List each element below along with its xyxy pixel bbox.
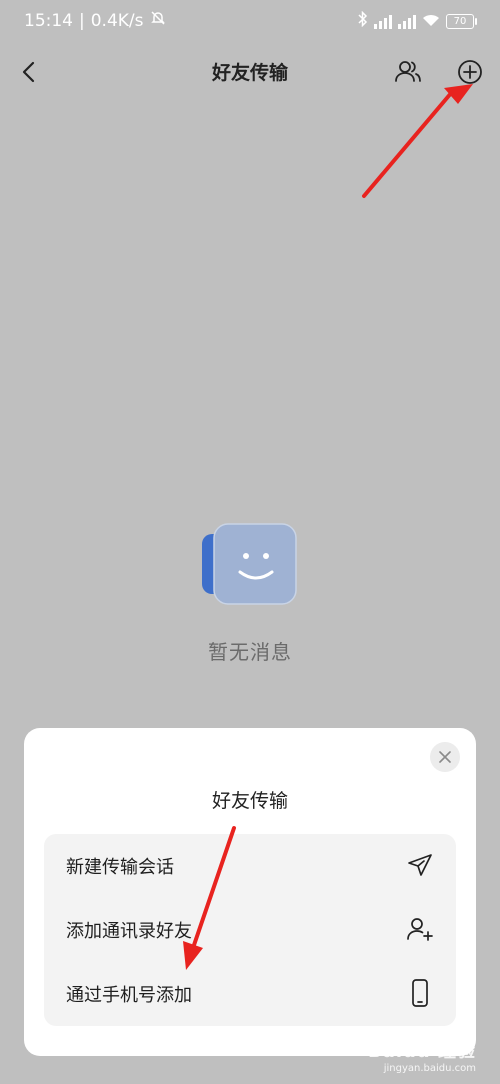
plus-circle-icon (458, 60, 482, 84)
option-list: 新建传输会话 添加通讯录好友 通过手机号添加 (44, 834, 456, 1026)
status-time: 15:14 (24, 10, 73, 31)
sheet-title: 好友传输 (211, 790, 288, 812)
bluetooth-icon (358, 10, 368, 32)
add-contact-icon (404, 913, 436, 945)
people-icon (395, 61, 421, 82)
mute-icon (150, 10, 166, 31)
watermark-brand: Baidu 经验 (367, 1041, 476, 1062)
close-icon (439, 751, 451, 763)
send-icon (404, 849, 436, 881)
status-right: 70 (358, 10, 477, 32)
option-label: 新建传输会话 (66, 857, 174, 878)
empty-message: 暂无消息 (208, 640, 292, 664)
watermark-logo: Baidu 经验 jingyan.baidu.com (368, 1037, 476, 1074)
watermark-url: jingyan.baidu.com (383, 1063, 476, 1074)
option-new-transfer-session[interactable]: 新建传输会话 (44, 834, 456, 898)
status-separator: | (79, 10, 85, 31)
annotation-arrow-top (362, 84, 473, 198)
nav-bar: 好友传输 (0, 44, 500, 100)
battery-icon: 70 (446, 14, 477, 29)
smiley-illustration-icon (202, 522, 298, 606)
status-left: 15:14 | 0.4K/s (24, 10, 166, 31)
option-add-by-phone[interactable]: 通过手机号添加 (44, 962, 456, 1026)
page-title: 好友传输 (211, 62, 288, 84)
wifi-icon (422, 12, 440, 32)
empty-state: 暂无消息 (0, 520, 500, 670)
phone-icon (404, 977, 436, 1009)
contacts-button[interactable] (392, 56, 424, 88)
option-label: 添加通讯录好友 (66, 921, 192, 942)
option-add-contacts-friend[interactable]: 添加通讯录好友 (44, 898, 456, 962)
status-bar: 15:14 | 0.4K/s 70 (0, 0, 500, 44)
action-sheet: 好友传输 新建传输会话 添加通讯录好友 通过手机号添加 (24, 728, 476, 1056)
option-label: 通过手机号添加 (66, 985, 192, 1006)
signal-icon (374, 14, 392, 29)
signal-icon-2 (398, 14, 416, 29)
close-button[interactable] (430, 742, 460, 772)
status-network-speed: 0.4K/s (90, 10, 144, 31)
add-button[interactable] (454, 56, 486, 88)
